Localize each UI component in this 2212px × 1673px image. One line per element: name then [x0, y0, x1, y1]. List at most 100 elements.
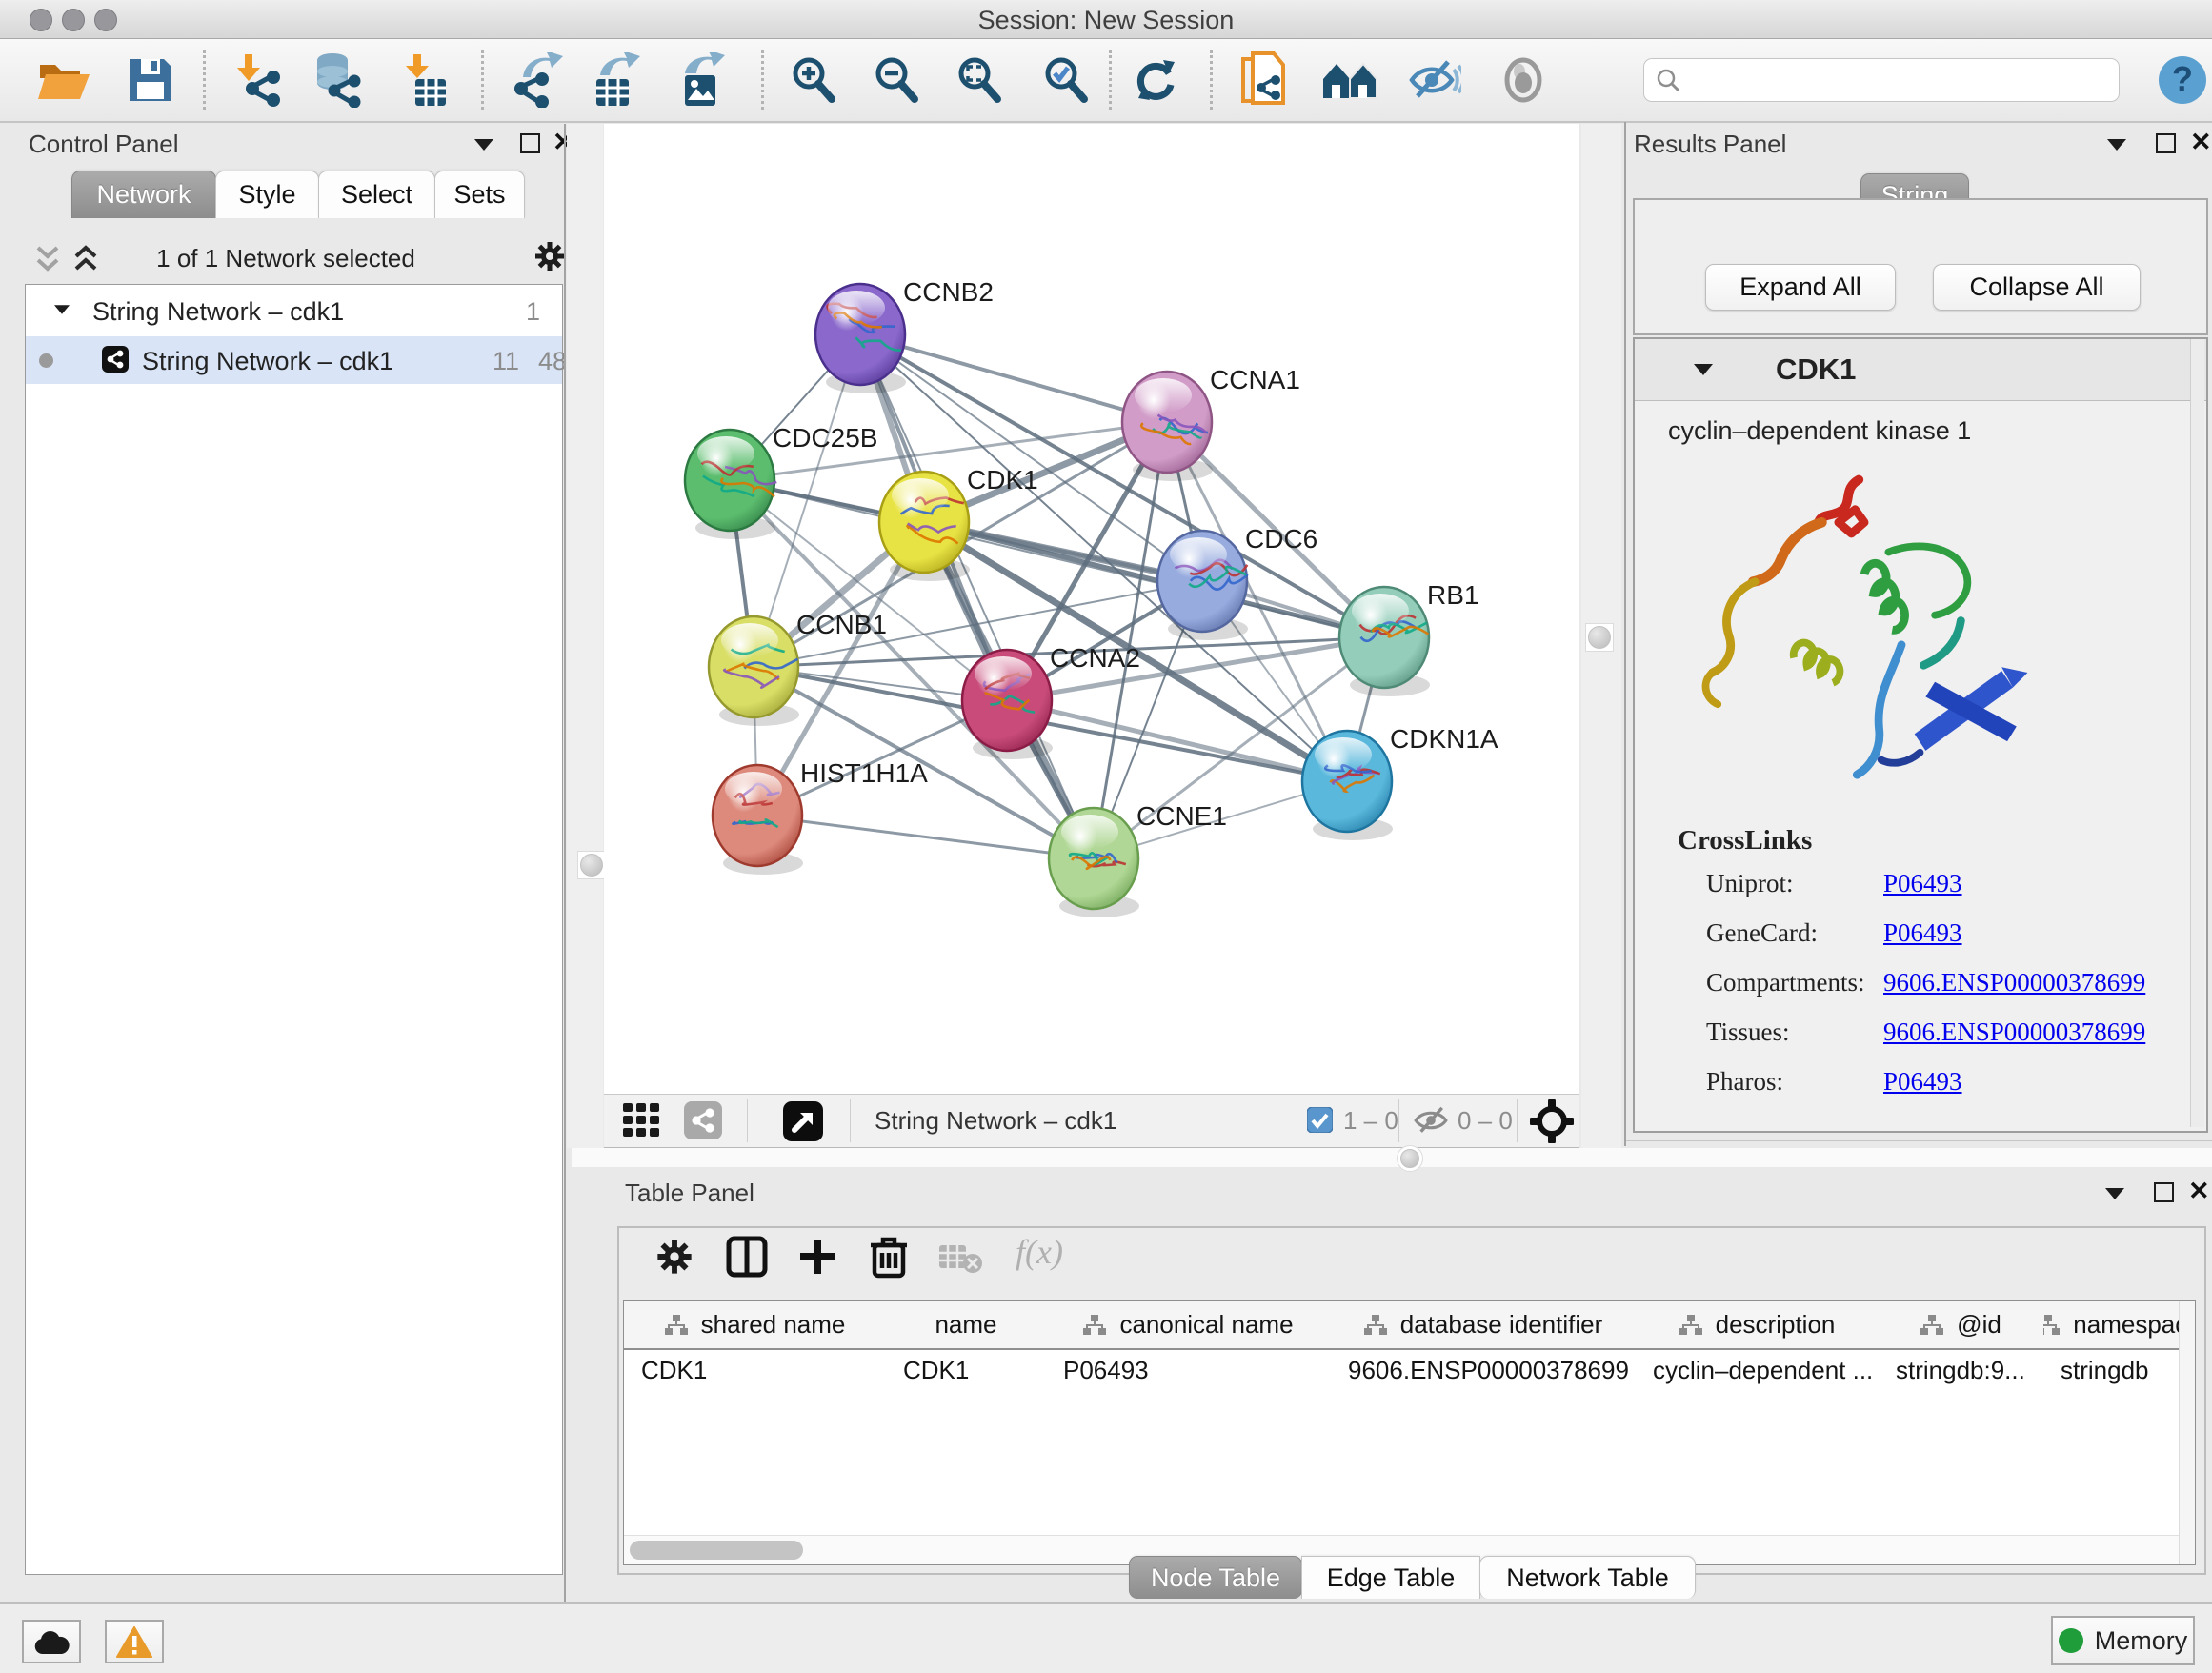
network-collection-row[interactable]: String Network – cdk1 1 — [26, 285, 562, 336]
splitter-handle[interactable] — [580, 854, 603, 877]
database-icon — [312, 52, 365, 108]
right-splitter[interactable] — [1581, 124, 1621, 1148]
float-panel-icon[interactable] — [2154, 1182, 2174, 1202]
tree-expand-icon[interactable] — [54, 305, 70, 314]
col-namespace[interactable]: namespace — [2043, 1301, 2195, 1348]
add-column-icon[interactable] — [796, 1236, 838, 1278]
tab-style[interactable]: Style — [215, 171, 319, 218]
zoom-in-icon — [788, 54, 839, 106]
string-network-badge-icon — [102, 346, 129, 373]
toolbar-separator — [761, 50, 764, 110]
expand-all-button[interactable]: Expand All — [1705, 264, 1896, 311]
delete-column-icon[interactable] — [869, 1234, 909, 1280]
zoom-out-button[interactable] — [865, 49, 928, 111]
export-network-button[interactable] — [505, 49, 568, 111]
collapse-all-button[interactable]: Collapse All — [1933, 264, 2141, 311]
collapse-panel-icon[interactable] — [2107, 139, 2126, 151]
col-database-identifier[interactable]: database identifier — [1331, 1301, 1637, 1348]
crosslink-genecard-link[interactable]: P06493 — [1883, 918, 1962, 948]
table-row[interactable]: CDK1 CDK1 P06493 9606.ENSP00000378699 cy… — [624, 1350, 2195, 1390]
column-type-icon — [2043, 1315, 2060, 1336]
export-image-button[interactable] — [671, 49, 734, 111]
col-id[interactable]: @id — [1879, 1301, 2044, 1348]
tab-edge-table[interactable]: Edge Table — [1301, 1556, 1480, 1599]
col-description[interactable]: description — [1636, 1301, 1880, 1348]
splitter-handle[interactable] — [1400, 1149, 1419, 1168]
pan-target-icon[interactable] — [1530, 1099, 1574, 1143]
collapse-entry-icon[interactable] — [1694, 364, 1713, 375]
crosslink-compartments-link[interactable]: 9606.ENSP00000378699 — [1883, 968, 2145, 998]
network-canvas[interactable]: CCNB2CCNA1CDC25BCDK1CDC6RB1CCNB1CCNA2CDK… — [604, 124, 1579, 1094]
refresh-view-button[interactable] — [1125, 49, 1188, 111]
gear-icon[interactable] — [533, 240, 566, 272]
node-label: CCNE1 — [1136, 801, 1227, 831]
float-panel-icon[interactable] — [2156, 133, 2176, 153]
network-node-rb1[interactable]: RB1 — [1339, 580, 1478, 696]
horizontal-splitter[interactable] — [572, 1148, 2212, 1167]
results-panel: Results Panel ✕ String Expand All Collap… — [1624, 122, 2212, 1146]
save-session-button[interactable] — [119, 49, 182, 111]
tab-network-table[interactable]: Network Table — [1479, 1556, 1696, 1599]
result-card-header[interactable]: CDK1 — [1635, 339, 2206, 401]
import-table-button[interactable] — [394, 49, 457, 111]
share-network-icon[interactable] — [684, 1101, 722, 1139]
node-label: HIST1H1A — [800, 758, 928, 788]
hide-selected-button[interactable] — [1402, 49, 1465, 111]
collapse-panel-icon[interactable] — [474, 139, 493, 151]
crosslink-pharos-link[interactable]: P06493 — [1883, 1067, 1962, 1097]
help-button[interactable]: ? — [2151, 49, 2212, 111]
network-node-ccne1[interactable]: CCNE1 — [1049, 801, 1227, 917]
network-status-dot — [39, 353, 53, 368]
tab-select[interactable]: Select — [318, 171, 435, 218]
zoom-in-button[interactable] — [782, 49, 845, 111]
tab-sets[interactable]: Sets — [434, 171, 525, 218]
network-graph[interactable]: CCNB2CCNA1CDC25BCDK1CDC6RB1CCNB1CCNA2CDK… — [604, 124, 1579, 1094]
cell-database-identifier: 9606.ENSP00000378699 — [1331, 1350, 1636, 1390]
splitter-handle[interactable] — [1588, 626, 1611, 649]
table-settings-gear-icon[interactable] — [655, 1238, 694, 1276]
show-all-button[interactable] — [1492, 49, 1555, 111]
import-network-database-button[interactable] — [307, 49, 370, 111]
table-vscrollbar[interactable] — [2179, 1301, 2195, 1564]
col-shared-name[interactable]: shared name — [624, 1301, 887, 1348]
export-table-button[interactable] — [584, 49, 647, 111]
network-row[interactable]: String Network – cdk1 11 48 — [26, 336, 562, 384]
close-panel-icon[interactable]: ✕ — [2190, 130, 2212, 155]
zoom-fit-button[interactable] — [948, 49, 1011, 111]
results-panel-title: Results Panel — [1634, 130, 1786, 159]
close-panel-icon[interactable]: ✕ — [2188, 1179, 2210, 1204]
memory-button[interactable]: Memory — [2051, 1616, 2195, 1665]
panel-divider — [1626, 1140, 2212, 1141]
network-node-cdkn1a[interactable]: CDKN1A — [1302, 724, 1498, 840]
open-session-button[interactable] — [32, 49, 95, 111]
toolbar-separator — [1210, 50, 1213, 110]
grid-view-icon[interactable] — [623, 1103, 665, 1139]
cdk1-result-card: CDK1 cyclin–dependent kinase 1 CrossLink… — [1633, 337, 2208, 1133]
left-splitter[interactable] — [567, 124, 603, 1148]
float-panel-icon[interactable] — [520, 133, 540, 153]
cloud-status-button[interactable] — [22, 1620, 81, 1663]
network-node-cdk1[interactable]: CDK1 — [879, 465, 1038, 581]
crosslink-uniprot-link[interactable]: P06493 — [1883, 869, 1962, 898]
col-canonical-name[interactable]: canonical name — [1046, 1301, 1332, 1348]
scrollbar-thumb[interactable] — [630, 1541, 803, 1560]
results-scrollbar[interactable] — [2190, 339, 2204, 1127]
tab-node-table[interactable]: Node Table — [1129, 1556, 1302, 1599]
network-node-hist1h1a[interactable]: HIST1H1A — [713, 758, 928, 875]
first-neighbors-button[interactable] — [1319, 49, 1382, 111]
import-network-file-button[interactable] — [227, 49, 290, 111]
zoom-selected-button[interactable] — [1035, 49, 1097, 111]
network-from-clipboard-button[interactable] — [1233, 49, 1296, 111]
show-columns-icon[interactable] — [726, 1236, 768, 1278]
crosslink-tissues-link[interactable]: 9606.ENSP00000378699 — [1883, 1018, 2145, 1047]
collapse-panel-icon[interactable] — [2105, 1188, 2124, 1199]
network-node-cdc6[interactable]: CDC6 — [1157, 524, 1317, 640]
birdseye-view-icon[interactable] — [783, 1101, 823, 1141]
network-node-ccnb1[interactable]: CCNB1 — [709, 610, 887, 726]
col-name[interactable]: name — [886, 1301, 1047, 1348]
cell-description: cyclin–dependent ... — [1636, 1350, 1879, 1390]
tab-network[interactable]: Network — [71, 171, 216, 218]
warnings-button[interactable] — [105, 1620, 164, 1663]
search-input[interactable] — [1643, 58, 2120, 102]
selected-checkbox[interactable] — [1307, 1107, 1333, 1133]
